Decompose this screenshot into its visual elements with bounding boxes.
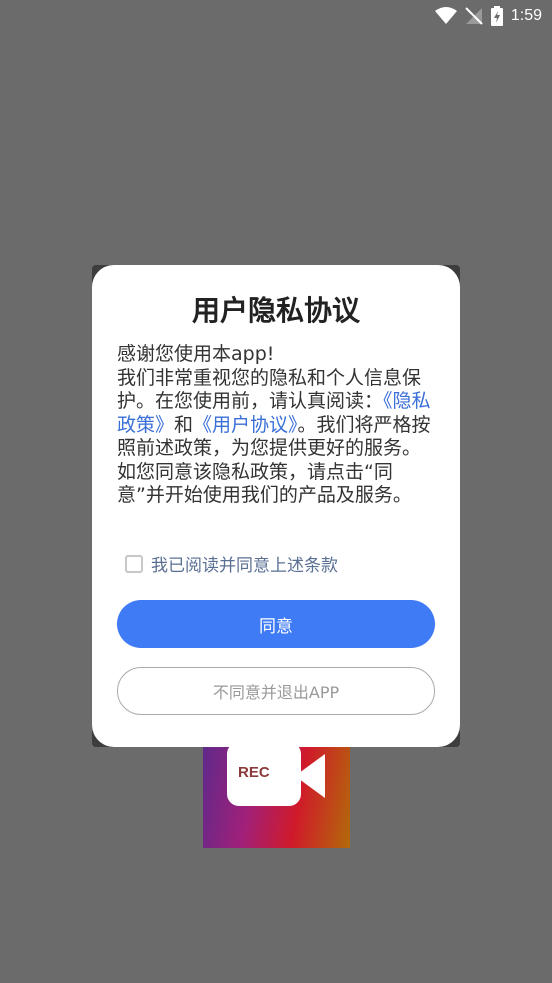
- signal-icon: [465, 7, 483, 25]
- dialog-body-and: 和: [174, 413, 194, 436]
- status-bar: 1:59: [0, 0, 552, 32]
- camera-lens-icon: [295, 754, 325, 798]
- dialog-title: 用户隐私协议: [191, 294, 360, 327]
- logo-rec-text: REC: [238, 764, 270, 781]
- decline-exit-button[interactable]: 不同意并退出APP: [117, 667, 435, 715]
- agree-checkbox[interactable]: [125, 554, 143, 573]
- dialog-body: 感谢您使用本app! 我们非常重视您的隐私和个人信息保护。在您使用前，请认真阅读…: [117, 343, 435, 508]
- agree-button[interactable]: 同意: [117, 600, 435, 648]
- status-time: 1:59: [510, 7, 542, 24]
- battery-icon: [490, 6, 503, 26]
- dialog-body-intro: 我们非常重视您的隐私和个人信息保护。在您使用前，请认真阅读：: [117, 366, 422, 413]
- dialog-body-text: 我们非常重视您的隐私和个人信息保护。在您使用前，请认真阅读：《隐私政策》和《用户…: [117, 367, 435, 508]
- dialog-body-greeting: 感谢您使用本app!: [117, 343, 275, 365]
- agree-checkbox-row[interactable]: 我已阅读并同意上述条款: [125, 551, 338, 576]
- agree-checkbox-label[interactable]: 我已阅读并同意上述条款: [151, 551, 338, 576]
- privacy-dialog: 用户隐私协议 感谢您使用本app! 我们非常重视您的隐私和个人信息保护。在您使用…: [92, 265, 460, 747]
- wifi-icon: [434, 7, 457, 24]
- user-agreement-link[interactable]: 《用户协议》: [193, 414, 298, 436]
